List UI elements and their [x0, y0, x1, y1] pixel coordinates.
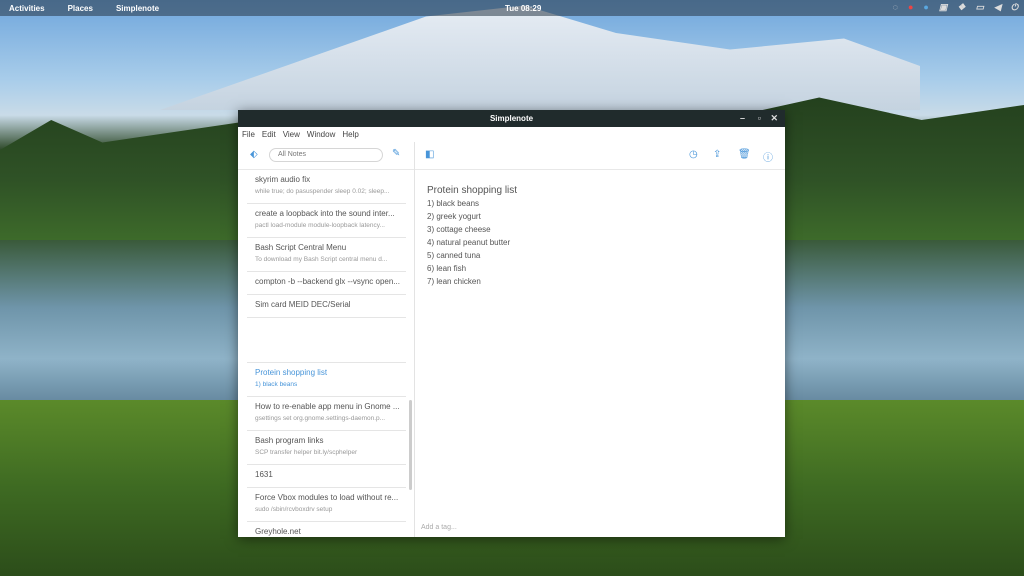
- menu-view[interactable]: View: [283, 130, 300, 139]
- activities-button[interactable]: Activities: [9, 4, 45, 13]
- menu-edit[interactable]: Edit: [262, 130, 276, 139]
- tags-icon[interactable]: ⬖: [250, 149, 258, 160]
- note-list-item[interactable]: [247, 318, 406, 363]
- note-preview: pactl load-module module-loopback latenc…: [255, 222, 385, 229]
- note-list-item[interactable]: Force Vbox modules to load without re...…: [247, 488, 406, 522]
- system-tray: ◌ ● ● ▣ ❖ ▭ ◀ ⏻: [893, 2, 1018, 13]
- editor-pane: ◧ ◷ ⇪ 🗑 ⓘ Protein shopping list 1) black…: [415, 142, 785, 537]
- search-input[interactable]: All Notes: [269, 148, 383, 162]
- history-icon[interactable]: ◷: [689, 149, 698, 160]
- wallpaper-mountain: [160, 5, 920, 110]
- note-preview: SCP transfer helper bit.ly/scphelper: [255, 449, 358, 456]
- note-preview: while true; do pasuspender sleep 0.02; s…: [255, 188, 390, 195]
- note-preview: sudo /sbin/rcvboxdrv setup: [255, 506, 333, 513]
- notes-list[interactable]: skyrim audio fix while true; do pasuspend…: [238, 170, 414, 537]
- scrollbar[interactable]: [409, 400, 412, 490]
- top-bar: Activities Places Simplenote Tue 08:29 ◌…: [0, 0, 1024, 16]
- note-line: 4) natural peanut butter: [427, 238, 511, 247]
- notes-sidebar: ⬖ All Notes ✎ skyrim audio fix while true…: [238, 142, 415, 537]
- discord-icon[interactable]: ▣: [939, 2, 948, 13]
- note-line: 5) canned tuna: [427, 251, 481, 260]
- note-line: 6) lean fish: [427, 264, 467, 273]
- places-menu[interactable]: Places: [68, 4, 93, 13]
- maximize-button[interactable]: ▫: [758, 110, 761, 127]
- editor-toolbar: ◧ ◷ ⇪ 🗑 ⓘ: [415, 142, 785, 170]
- simplenote-window: Simplenote – ▫ ✕ File Edit View Window H…: [238, 110, 785, 537]
- note-list-item[interactable]: Greyhole.net: [247, 522, 406, 537]
- dropbox-icon[interactable]: ❖: [957, 2, 965, 13]
- app-menu[interactable]: Simplenote: [116, 4, 159, 13]
- menu-help[interactable]: Help: [342, 130, 358, 139]
- note-content[interactable]: Protein shopping list 1) black beans 2) g…: [415, 170, 785, 302]
- note-list-item[interactable]: create a loopback into the sound inter..…: [247, 204, 406, 238]
- note-preview: To download my Bash Script central menu …: [255, 256, 388, 263]
- note-list-item[interactable]: Protein shopping list 1) black beans: [247, 363, 406, 397]
- note-list-item[interactable]: Bash program links SCP transfer helper bi…: [247, 431, 406, 465]
- note-title: Bash Script Central Menu: [255, 243, 347, 252]
- note-title: Protein shopping list: [427, 185, 518, 196]
- volume-icon[interactable]: ◀: [994, 2, 1001, 13]
- new-note-icon[interactable]: ✎: [392, 148, 400, 159]
- note-title: compton -b --backend glx --vsync open...: [255, 277, 400, 286]
- note-title: Protein shopping list: [255, 368, 328, 377]
- note-title: 1631: [255, 470, 273, 479]
- sync-icon[interactable]: ◌: [893, 2, 898, 13]
- close-button[interactable]: ✕: [770, 110, 778, 127]
- note-title: Bash program links: [255, 436, 324, 445]
- app-red-icon[interactable]: ●: [908, 2, 913, 13]
- toggle-sidebar-icon[interactable]: ◧: [425, 149, 434, 160]
- menu-window[interactable]: Window: [307, 130, 335, 139]
- note-line: 2) greek yogurt: [427, 212, 481, 221]
- note-title: How to re-enable app menu in Gnome ...: [255, 402, 400, 411]
- title-bar[interactable]: Simplenote – ▫ ✕: [238, 110, 785, 127]
- note-line: 1) black beans: [427, 199, 480, 208]
- note-preview: 1) black beans: [255, 381, 298, 388]
- note-preview: gsettings set org.gnome.settings-daemon.…: [255, 415, 386, 422]
- note-line: 3) cottage cheese: [427, 225, 491, 234]
- window-title: Simplenote: [489, 114, 534, 123]
- note-list-item[interactable]: skyrim audio fix while true; do pasuspend…: [247, 170, 406, 204]
- note-list-item[interactable]: 1631: [247, 465, 406, 488]
- note-title: Force Vbox modules to load without re...: [255, 493, 399, 502]
- info-icon[interactable]: ⓘ: [763, 149, 773, 164]
- note-title: skyrim audio fix: [255, 175, 311, 184]
- note-list-item[interactable]: Sim card MEID DEC/Serial: [247, 295, 406, 318]
- menu-file[interactable]: File: [242, 130, 255, 139]
- minimize-button[interactable]: –: [740, 110, 745, 127]
- menu-bar: File Edit View Window Help: [238, 127, 785, 142]
- note-title: Greyhole.net: [255, 527, 301, 536]
- note-line: 7) lean chicken: [427, 277, 481, 286]
- note-list-item[interactable]: compton -b --backend glx --vsync open...: [247, 272, 406, 295]
- note-title: Sim card MEID DEC/Serial: [255, 300, 351, 309]
- note-title: create a loopback into the sound inter..…: [255, 209, 395, 218]
- clock[interactable]: Tue 08:29: [505, 4, 541, 13]
- share-icon[interactable]: ⇪: [713, 149, 721, 160]
- add-tag-input[interactable]: Add a tag...: [421, 524, 457, 531]
- sidebar-toolbar: ⬖ All Notes ✎: [238, 142, 414, 170]
- note-list-item[interactable]: How to re-enable app menu in Gnome ... gs…: [247, 397, 406, 431]
- telegram-icon[interactable]: ●: [923, 2, 928, 13]
- trash-icon[interactable]: 🗑: [738, 149, 751, 160]
- screen-icon[interactable]: ▭: [975, 2, 984, 13]
- note-list-item[interactable]: Bash Script Central Menu To download my B…: [247, 238, 406, 272]
- power-icon[interactable]: ⏻: [1011, 2, 1018, 13]
